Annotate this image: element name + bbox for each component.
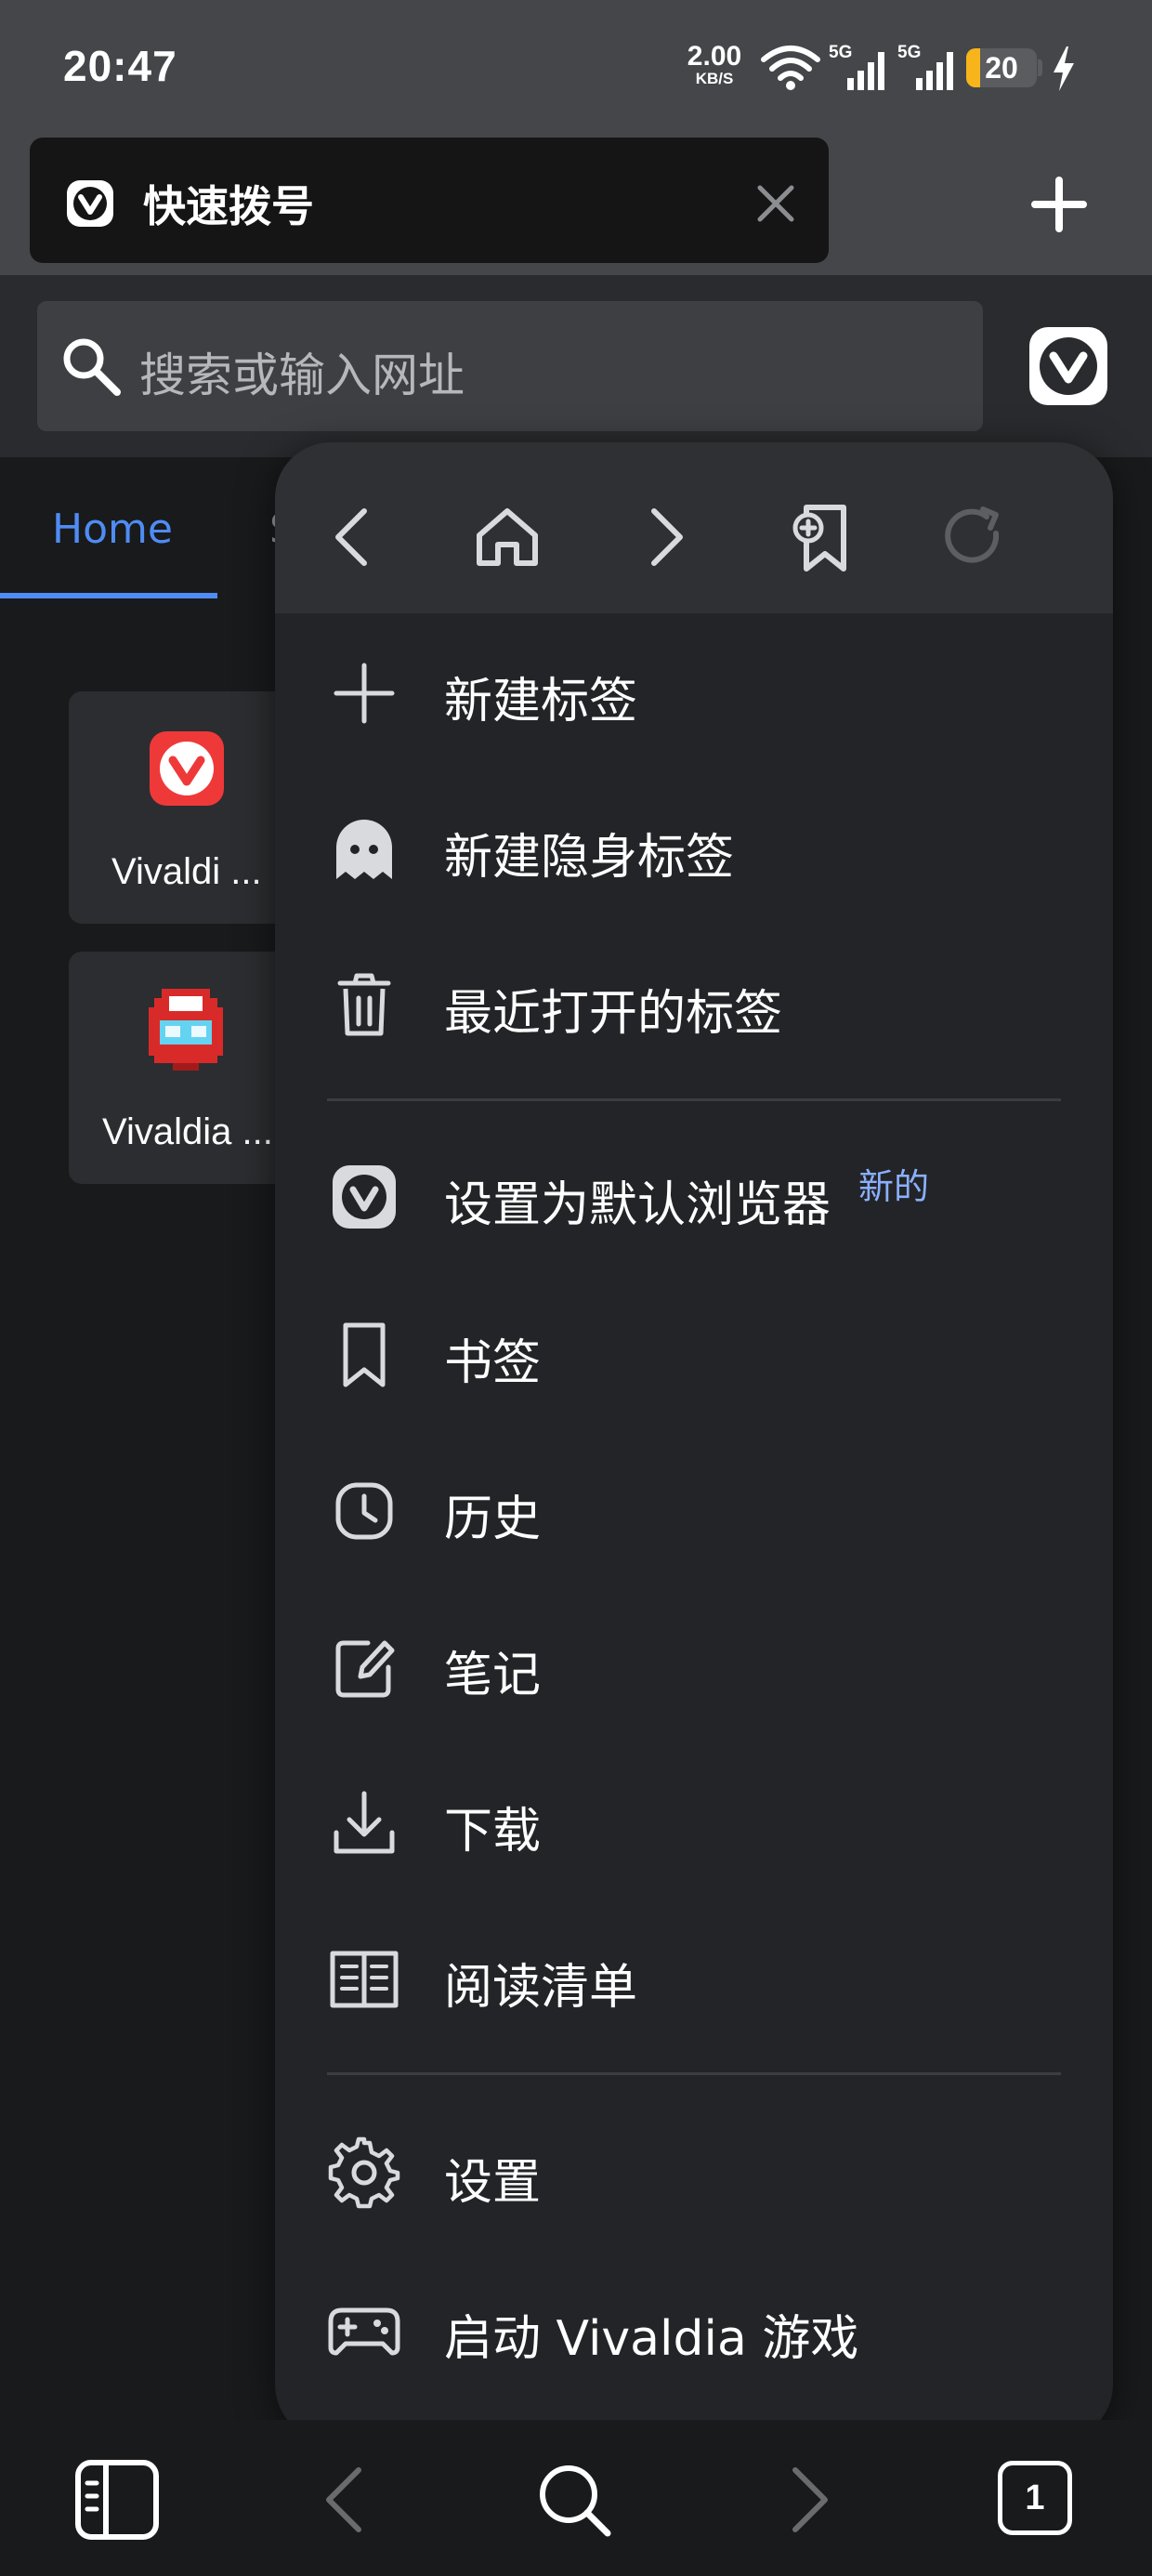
plus-icon — [334, 663, 395, 724]
menu-item-label: 下载 — [444, 1804, 542, 1860]
network-speed-value: 2.00 — [687, 41, 742, 72]
battery-indicator: 20 — [966, 48, 1037, 87]
battery-tip — [1038, 59, 1042, 76]
network-speed-unit: KB/S — [695, 70, 734, 87]
status-time: 20:47 — [63, 42, 177, 90]
book-icon — [330, 1951, 399, 2008]
bookmark-icon — [343, 1322, 386, 1387]
menu-item-label: 新建标签 — [444, 674, 638, 729]
vivaldi-menu-button[interactable] — [1028, 325, 1152, 409]
cell-signal-icon — [847, 52, 884, 90]
battery-text: 20 — [985, 51, 1018, 85]
menu-item-label: 历史 — [444, 1492, 542, 1547]
add-bookmark-button[interactable] — [764, 481, 875, 593]
ghost-icon — [336, 820, 392, 879]
gamepad-icon — [328, 2307, 400, 2356]
download-icon — [334, 1791, 395, 1854]
cell-signal-1: 5G — [829, 43, 888, 91]
reload-button[interactable] — [918, 481, 1029, 593]
close-icon[interactable] — [754, 182, 797, 225]
back-button[interactable] — [292, 2444, 403, 2556]
tab-switcher-button[interactable]: 1 — [998, 2461, 1072, 2535]
menu-item-label: 阅读清单 — [444, 1960, 638, 2016]
vivaldi-logo-icon — [150, 731, 224, 806]
search-button[interactable] — [518, 2444, 630, 2556]
new-tab-button[interactable] — [1022, 167, 1096, 242]
vivaldi-logo-icon — [67, 180, 113, 227]
charging-bolt-icon — [1054, 46, 1074, 91]
menu-divider — [327, 2072, 1061, 2075]
network-speed: 2.00 KB/S — [680, 43, 749, 87]
forward-button[interactable] — [751, 2444, 862, 2556]
home-button[interactable] — [452, 481, 563, 593]
menu-item-label: 最近打开的标签 — [444, 986, 783, 1042]
menu-item-label: 书签 — [444, 1335, 542, 1391]
menu-item-label: 启动 Vivaldia 游戏 — [444, 2311, 859, 2367]
menu-divider — [327, 1098, 1061, 1101]
vivaldi-logo-icon — [333, 1165, 396, 1229]
search-icon — [63, 338, 121, 396]
new-badge: 新的 — [858, 1166, 930, 1207]
active-tab-indicator — [0, 593, 217, 598]
menu-item-label: 新建隐身标签 — [444, 830, 735, 886]
vivaldia-robot-icon — [149, 989, 223, 1071]
clock-icon — [335, 1482, 393, 1540]
tab-home-label: Home — [52, 506, 173, 553]
wifi-icon — [761, 46, 820, 90]
menu-item-label: 设置 — [444, 2155, 542, 2211]
panel-button[interactable] — [61, 2444, 173, 2556]
menu-item-label: 笔记 — [444, 1648, 542, 1703]
search-placeholder: 搜索或输入网址 — [139, 348, 465, 402]
cell-signal-icon — [916, 52, 953, 90]
cell-signal-2: 5G — [897, 43, 957, 91]
note-edit-icon — [335, 1640, 395, 1698]
menu-item-label: 设置为默认浏览器 — [444, 1177, 831, 1233]
trash-icon — [337, 973, 391, 1036]
back-button[interactable] — [297, 481, 409, 593]
gear-icon — [328, 2136, 400, 2209]
tab-title: 快速拨号 — [143, 181, 314, 231]
forward-button[interactable] — [609, 481, 721, 593]
